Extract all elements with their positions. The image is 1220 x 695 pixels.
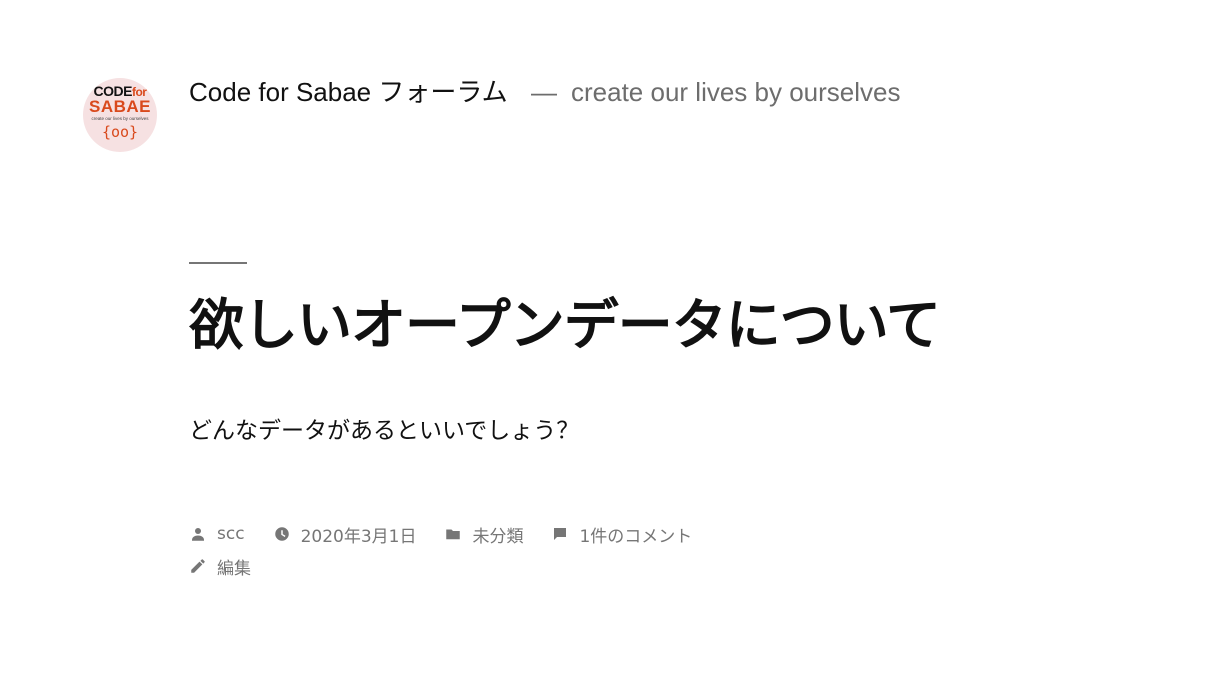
logo-text-sabae: SABAE xyxy=(88,97,151,116)
comment-icon xyxy=(554,528,567,540)
person-icon xyxy=(192,528,204,541)
date-link[interactable]: 2020年3月1日 xyxy=(301,522,417,547)
entry-title: 欲しいオープンデータについて xyxy=(189,293,941,357)
comments-link[interactable]: 1件のコメント xyxy=(579,522,692,547)
title-separator: — xyxy=(531,77,557,107)
clock-icon xyxy=(274,527,289,541)
edit-link[interactable]: 編集 xyxy=(217,554,251,579)
meta-comments: 1件のコメント xyxy=(551,522,692,547)
meta-edit: 編集 xyxy=(189,554,251,579)
meta-author: scc xyxy=(189,524,245,544)
meta-date: 2020年3月1日 xyxy=(273,522,417,547)
logo-glasses-icon: {oo} xyxy=(101,123,139,141)
entry-meta: scc 2020年3月1日 未分類 1件のコメント xyxy=(189,521,720,547)
entry-edit-row: 編集 xyxy=(189,553,279,579)
site-logo[interactable]: CODEfor SABAE create our lives by oursel… xyxy=(83,78,157,152)
site-description: create our lives by ourselves xyxy=(571,77,901,107)
author-link[interactable]: scc xyxy=(217,524,245,544)
site-title[interactable]: Code for Sabae フォーラム xyxy=(189,75,508,109)
page: CODEfor SABAE create our lives by oursel… xyxy=(0,0,1220,695)
pencil-icon xyxy=(191,559,205,573)
category-link[interactable]: 未分類 xyxy=(472,522,523,547)
folder-icon xyxy=(446,529,461,540)
title-divider xyxy=(189,262,247,264)
entry-content: どんなデータがあるといいでしょう？ xyxy=(189,418,580,444)
meta-category: 未分類 xyxy=(444,522,523,547)
